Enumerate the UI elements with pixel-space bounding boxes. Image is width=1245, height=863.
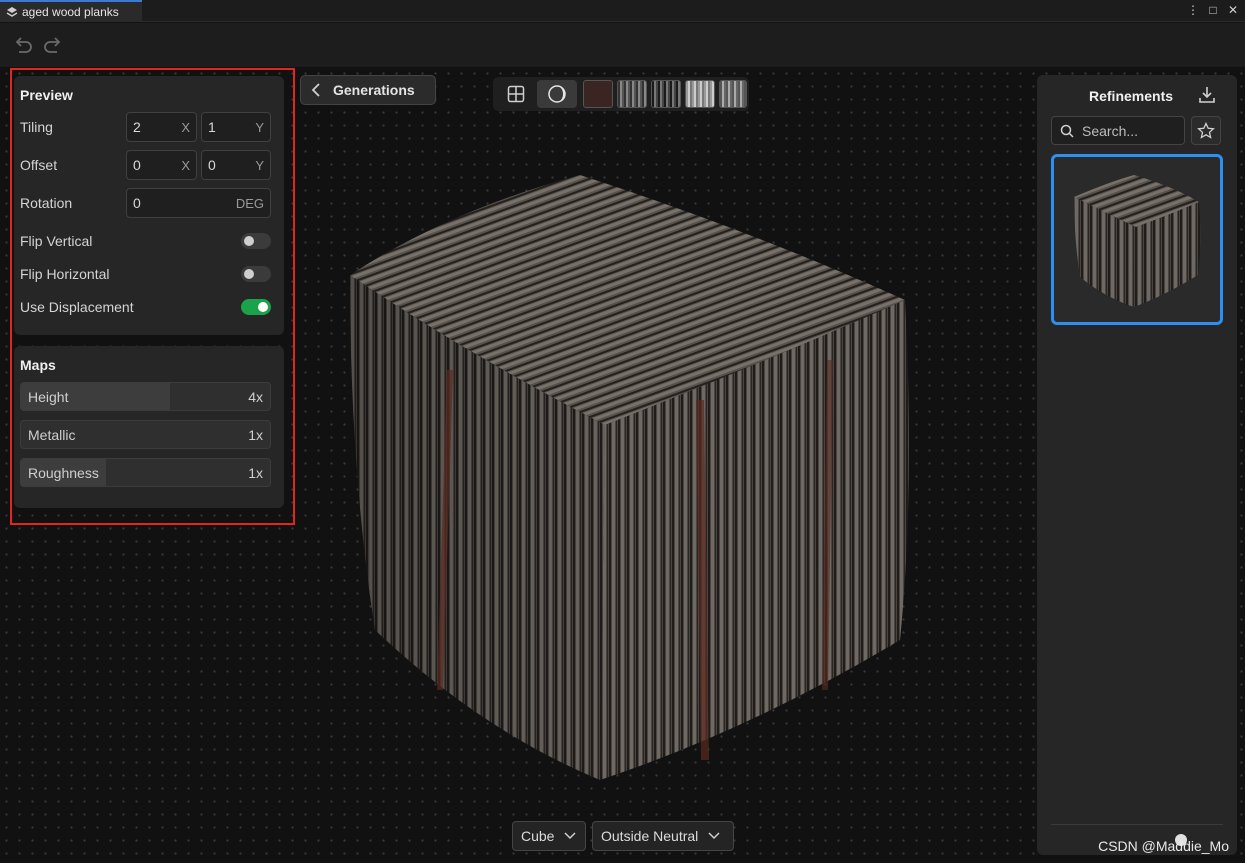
- star-icon: [1197, 121, 1215, 139]
- environment-value: Outside Neutral: [601, 828, 699, 844]
- rotation-unit: DEG: [235, 195, 264, 211]
- favorites-button[interactable]: [1191, 116, 1221, 145]
- metallic-map-slider[interactable]: Metallic 1x: [20, 420, 271, 449]
- refinements-panel: Refinements: [1037, 75, 1237, 855]
- tiling-x-input[interactable]: 2 X: [126, 112, 197, 142]
- more-options-icon[interactable]: ⋮: [1187, 2, 1199, 18]
- material-preview-cube[interactable]: [330, 170, 920, 790]
- undo-button[interactable]: [12, 33, 34, 55]
- refinement-thumbnail[interactable]: [1051, 154, 1223, 325]
- tab-title: aged wood planks: [22, 5, 119, 19]
- toggle-knob: [244, 236, 254, 246]
- offset-x-input[interactable]: 0 X: [126, 150, 197, 180]
- environment-select[interactable]: Outside Neutral: [592, 821, 734, 851]
- cube-thumbnail-image: [1074, 175, 1201, 307]
- maps-title: Maps: [20, 357, 56, 373]
- use-displacement-label: Use Displacement: [20, 299, 134, 315]
- shape-select[interactable]: Cube: [512, 821, 586, 851]
- download-icon[interactable]: [1197, 85, 1217, 105]
- refinements-title: Refinements: [1089, 88, 1174, 104]
- chevron-down-icon: [708, 832, 720, 840]
- roughness-map-slider[interactable]: Roughness 1x: [20, 458, 271, 487]
- tiling-x-unit: X: [181, 119, 190, 135]
- map-name: Height: [28, 389, 69, 405]
- height-map-slider[interactable]: Height 4x: [20, 382, 271, 411]
- watermark: CSDN @Maddie_Mo: [1098, 838, 1229, 854]
- sphere-view-icon: [548, 85, 566, 103]
- redo-icon: [44, 37, 61, 53]
- title-bar: aged wood planks ⋮ □ ✕: [0, 0, 1245, 22]
- use-displacement-toggle[interactable]: [241, 299, 271, 315]
- maximize-icon[interactable]: □: [1207, 2, 1219, 18]
- close-icon[interactable]: ✕: [1227, 2, 1239, 18]
- map-multiplier: 1x: [248, 465, 263, 481]
- tiling-y-input[interactable]: 1 Y: [201, 112, 271, 142]
- generations-label: Generations: [333, 82, 415, 98]
- map-name: Metallic: [28, 427, 76, 443]
- preview-panel: Preview Tiling 2 X 1 Y Offset 0 X 0 Y Ro…: [14, 76, 284, 335]
- search-icon: [1060, 124, 1074, 138]
- chevron-down-icon: [564, 832, 576, 840]
- offset-y-value: 0: [208, 157, 216, 173]
- generations-button[interactable]: Generations: [300, 75, 436, 105]
- toggle-knob: [244, 269, 254, 279]
- normal-map-swatch[interactable]: [617, 80, 647, 108]
- offset-x-value: 0: [133, 157, 141, 173]
- rotation-value: 0: [133, 195, 141, 211]
- roughness-map-swatch[interactable]: [685, 80, 715, 108]
- flip-horizontal-toggle[interactable]: [241, 266, 271, 282]
- maps-panel: Maps Height 4x Metallic 1x Roughness 1x: [14, 346, 284, 508]
- view-mode-bar: [493, 77, 749, 111]
- tiling-y-unit: Y: [255, 119, 264, 135]
- rotation-label: Rotation: [20, 195, 73, 211]
- flip-vertical-toggle[interactable]: [241, 233, 271, 249]
- top-toolbar: [0, 23, 1245, 67]
- search-input[interactable]: [1082, 122, 1177, 139]
- toggle-knob: [258, 302, 268, 312]
- metallic-map-swatch[interactable]: [719, 80, 747, 108]
- offset-y-input[interactable]: 0 Y: [201, 150, 271, 180]
- search-box[interactable]: [1051, 116, 1185, 145]
- tiling-label: Tiling: [20, 119, 53, 135]
- panel-divider: [1051, 824, 1223, 825]
- offset-x-unit: X: [181, 157, 190, 173]
- material-icon: [6, 7, 18, 17]
- rotation-input[interactable]: 0 DEG: [126, 188, 271, 218]
- offset-label: Offset: [20, 157, 58, 173]
- grid-view-icon: [507, 85, 525, 103]
- tiling-x-value: 2: [133, 119, 141, 135]
- sphere-view-button[interactable]: [537, 80, 577, 108]
- map-multiplier: 4x: [248, 389, 263, 405]
- flip-vertical-label: Flip Vertical: [20, 233, 93, 249]
- redo-button[interactable]: [42, 33, 64, 55]
- grid-view-button[interactable]: [497, 80, 535, 108]
- height-map-swatch[interactable]: [651, 80, 681, 108]
- tiling-y-value: 1: [208, 119, 216, 135]
- document-tab[interactable]: aged wood planks: [0, 0, 142, 22]
- shape-value: Cube: [521, 828, 555, 844]
- base-color-swatch[interactable]: [583, 80, 613, 108]
- preview-title: Preview: [20, 87, 73, 103]
- map-multiplier: 1x: [248, 427, 263, 443]
- chevron-left-icon: [311, 83, 320, 97]
- undo-icon: [15, 37, 32, 53]
- flip-horizontal-label: Flip Horizontal: [20, 266, 110, 282]
- map-name: Roughness: [28, 465, 99, 481]
- offset-y-unit: Y: [255, 157, 264, 173]
